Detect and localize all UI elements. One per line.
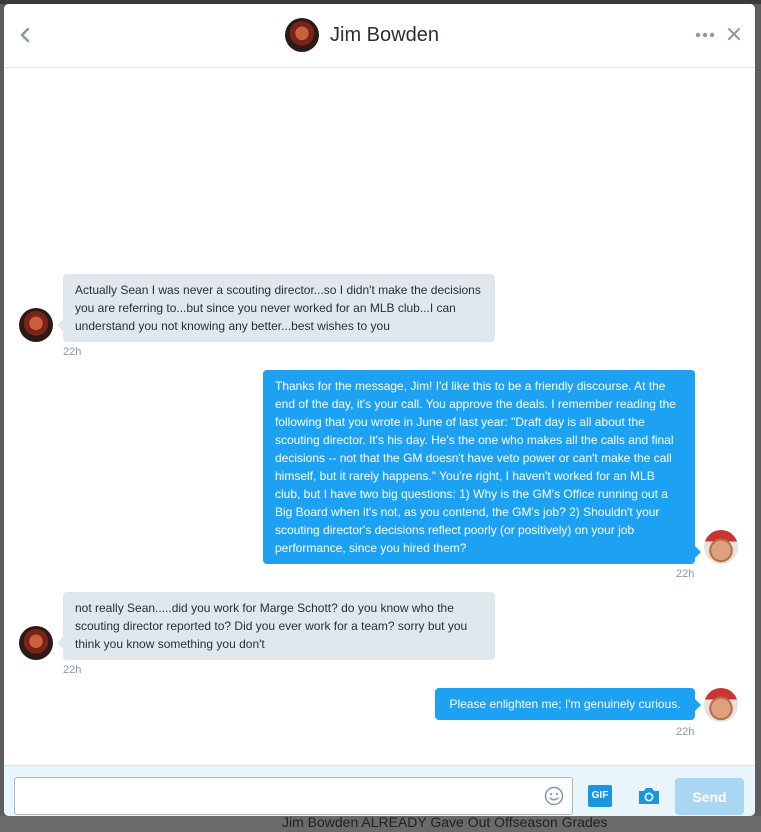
message-incoming: not really Sean.....did you work for Mar… xyxy=(63,592,495,660)
message-outgoing: Thanks for the message, Jim! I'd like th… xyxy=(263,370,695,564)
conversation-header: Jim Bowden xyxy=(4,4,755,68)
chevron-left-icon xyxy=(20,27,30,43)
more-options-button[interactable] xyxy=(694,24,718,44)
message-timestamp: 22h xyxy=(676,726,695,738)
background-peek-text: Jim Bowden ALREADY Gave Out Offseason Gr… xyxy=(282,814,608,830)
my-avatar[interactable] xyxy=(704,688,738,722)
back-button[interactable] xyxy=(14,22,36,48)
message-incoming: Actually Sean I was never a scouting dir… xyxy=(63,274,495,342)
media-button[interactable] xyxy=(637,784,661,808)
message-timestamp: 22h xyxy=(676,568,695,580)
more-dots-icon xyxy=(695,32,715,38)
emoji-button[interactable] xyxy=(544,786,564,806)
emoji-icon xyxy=(544,786,564,806)
message-composer: GIF Send xyxy=(4,765,755,816)
close-icon xyxy=(728,28,740,40)
my-avatar[interactable] xyxy=(704,530,738,564)
bubble-tail xyxy=(695,699,701,711)
conversation-title[interactable]: Jim Bowden xyxy=(330,24,439,47)
send-button[interactable]: Send xyxy=(675,778,744,815)
camera-icon xyxy=(639,788,659,804)
sender-avatar[interactable] xyxy=(19,626,53,660)
close-button[interactable] xyxy=(724,24,744,44)
message-input[interactable] xyxy=(14,777,573,815)
gif-button[interactable]: GIF xyxy=(588,785,612,807)
dm-conversation-modal: Jim Bowden Actually Sean I was never a s… xyxy=(4,4,755,816)
message-outgoing: Please enlighten me; I'm genuinely curio… xyxy=(435,688,695,720)
message-timestamp: 22h xyxy=(63,346,82,358)
bubble-tail xyxy=(695,546,701,558)
message-timestamp: 22h xyxy=(63,664,82,676)
sender-avatar[interactable] xyxy=(19,308,53,342)
header-avatar[interactable] xyxy=(285,18,319,52)
